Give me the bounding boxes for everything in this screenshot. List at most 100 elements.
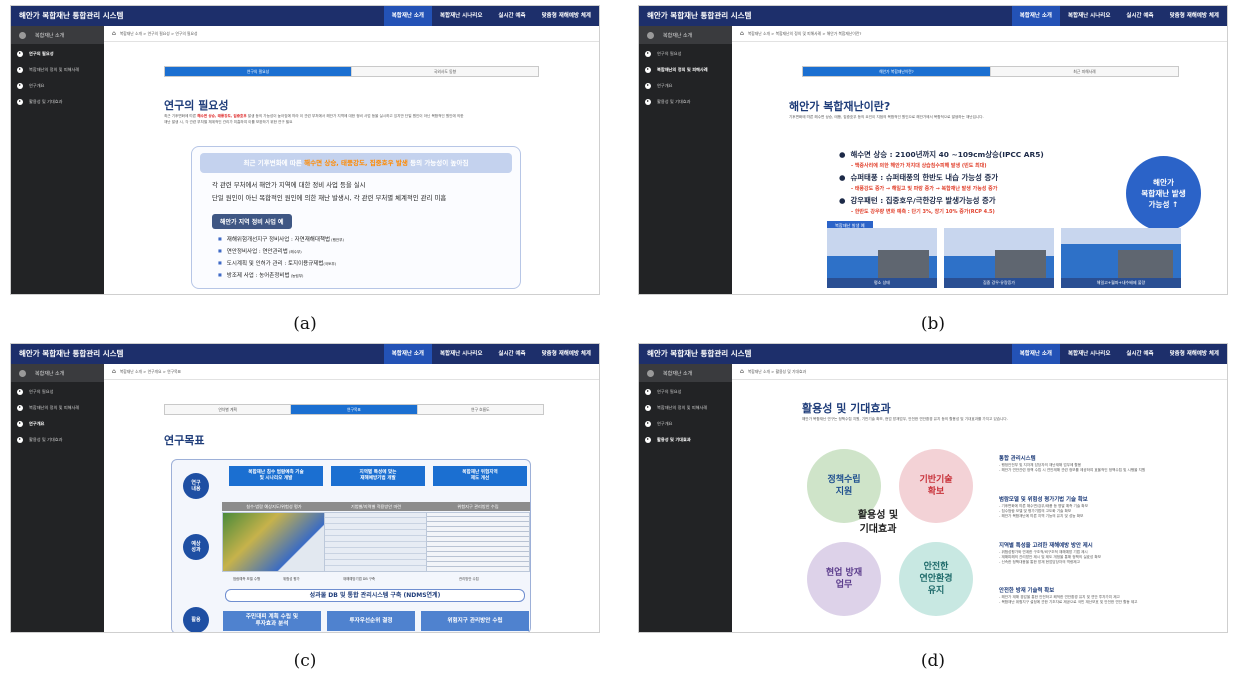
nav-intro[interactable]: 복합재난 소개 [383,6,432,26]
nav-scenario[interactable]: 복합재난 시나리오 [1060,344,1118,364]
list-item: 도시계획 및 인허가 관리 : 토지이용규제법(국토부) [218,259,520,267]
sidebar-item-necessity[interactable]: 연구의 필요성 [11,385,104,398]
nav-prevention[interactable]: 맞춤형 재해예방 체계 [1162,6,1227,26]
tab-goals[interactable]: 연구목표 [291,405,418,414]
image-label: 관리방안 수립 [459,577,479,581]
arrow-circle-icon [645,436,651,443]
row-label-use: 활용 [183,607,209,632]
bullet-detail: - 백중사리에 의한 해안가 저지대 상습침수피해 발생 (빈도 최대) [851,163,987,169]
page-title: 연구목표 [164,434,205,447]
sidebar-item-overview[interactable]: 연구개요 [639,79,732,92]
content-head-2: 지역별 특성에 맞는 재해예방기법 개발 [331,466,425,486]
nav-scenario[interactable]: 복합재난 시나리오 [1060,6,1118,26]
sidebar-item-effects[interactable]: 활용성 및 기대효과 [11,433,104,446]
sidebar-header[interactable]: 복합재난 소개 [639,364,732,382]
screenshot-d: 해안가 복합재난 통합관리 시스템 복합재난 소개 복합재난 시나리오 실시간 … [638,343,1228,633]
tab-yearly-plan[interactable]: 연차별 계획 [165,405,292,414]
sidebar-header[interactable]: 복합재난 소개 [11,26,104,44]
screenshot-a: 해안가 복합재난 통합관리 시스템 복합재난 소개 복합재난 시나리오 실시간 … [10,5,600,295]
tab-trends[interactable]: 국외사도 동향 [352,67,538,76]
home-icon[interactable]: ⌂ [740,368,744,375]
intro-text: 해안가 복합재난 연구는 정책수립 지원, 기반기술 확보, 현업 방재업무, … [802,417,1008,421]
nav-prevention[interactable]: 맞춤형 재해예방 체계 [1162,344,1227,364]
outcome-title-3: 위험지구 관리방안 수립 [426,502,530,511]
sidebar-header[interactable]: 복합재난 소개 [11,364,104,382]
nav-forecast[interactable]: 실시간 예측 [490,6,533,26]
nav-prevention[interactable]: 맞춤형 재해예방 체계 [534,6,599,26]
sidebar-item-effects[interactable]: 활용성 및 기대효과 [639,433,732,446]
nav-intro[interactable]: 복합재난 소개 [383,344,432,364]
arrow-circle-icon [17,98,23,105]
use-step-3: 위험지구 관리방안 수립 [421,611,529,631]
tab-definition[interactable]: 해안가 복합재난이란? [803,67,991,76]
section-body: - 행정안전부 및 지자체 담당자의 재난재해 업무에 활용 - 해안가 연안관… [999,463,1146,472]
list-item: 재해위험개선지구 정비사업 : 자연재해대책법 (행안부) [218,235,520,243]
sidebar-item-effects[interactable]: 활용성 및 기대효과 [639,95,732,108]
section-body: - 해안가 재해 경감을 통한 안전하고 쾌적한 연안환경 유지 및 연안 투자… [999,595,1138,604]
content-head-1: 복합재난 침수 범람예측 기술 및 시나리오 개발 [229,466,323,486]
nav-forecast[interactable]: 실시간 예측 [490,344,533,364]
sidebar-item-effects[interactable]: 활용성 및 기대효과 [11,95,104,108]
sidebar-item-label: 연구의 필요성 [29,388,54,394]
top-bar: 해안가 복합재난 통합관리 시스템 복합재난 소개 복합재난 시나리오 실시간 … [639,6,1227,26]
arrow-circle-icon [17,82,23,89]
home-icon[interactable]: ⌂ [112,30,116,37]
sidebar-item-label: 복합재난의 정의 및 피해사례 [657,404,708,410]
section-title: 범람모델 및 위험성 평가기법 기술 확보 [999,497,1088,503]
top-nav: 복합재난 소개 복합재난 시나리오 실시간 예측 맞춤형 재해예방 체계 [383,344,599,364]
breadcrumb: ⌂ 복합재난 소개 > 연구의 필요성 > 연구의 필요성 [104,26,599,42]
tab-bar: 해안가 복합재난이란? 최근 피해사례 [802,66,1179,77]
nav-scenario[interactable]: 복합재난 시나리오 [432,6,490,26]
bullet-title: 강우패턴 : 집중호우/극한강우 발생가능성 증가 [839,195,995,206]
nav-prevention[interactable]: 맞춤형 재해예방 체계 [534,344,599,364]
sidebar-item-label: 복합재난의 정의 및 피해사례 [657,66,708,72]
sidebar-item-overview[interactable]: 연구개요 [639,417,732,430]
scene-rain: 집중 강우·유량증가 [944,228,1054,288]
nav-intro[interactable]: 복합재난 소개 [1011,6,1060,26]
arrow-circle-icon [645,98,651,105]
home-icon[interactable]: ⌂ [740,30,744,37]
nav-forecast[interactable]: 실시간 예측 [1118,6,1161,26]
management-doc-image [426,512,530,572]
sidebar-item-label: 활용성 및 기대효과 [657,436,691,442]
sidebar-item-definition[interactable]: 복합재난의 정의 및 피해사례 [639,63,732,76]
scene-compound: 해일고+월파+내수배제 불량 [1061,228,1181,288]
sidebar-item-definition[interactable]: 복합재난의 정의 및 피해사례 [11,63,104,76]
sidebar-item-necessity[interactable]: 연구의 필요성 [639,47,732,60]
tab-bar: 연구의 필요성 국외사도 동향 [164,66,539,77]
menu-icon [647,31,654,39]
scene-label: 집중 강우·유량증가 [944,278,1054,288]
nav-scenario[interactable]: 복합재난 시나리오 [432,344,490,364]
arrow-circle-icon [645,388,651,395]
tab-necessity[interactable]: 연구의 필요성 [165,67,352,76]
sidebar-item-necessity[interactable]: 연구의 필요성 [639,385,732,398]
page-title: 해안가 복합재난이란? [789,100,891,113]
breadcrumb: ⌂ 복합재난 소개 > 복합재난의 정의 및 피해사례 > 해안가 복합재난이란? [732,26,1227,42]
page-title: 연구의 필요성 [164,99,229,112]
bullet-detail: - 한반도 강우량 변화 예측 : 단기 3%, 장기 10% 증가(RCP 4… [851,209,995,215]
sidebar-item-label: 연구의 필요성 [29,50,54,56]
arrow-circle-icon [645,50,651,57]
nav-forecast[interactable]: 실시간 예측 [1118,344,1161,364]
sidebar-item-definition[interactable]: 복합재난의 정의 및 피해사례 [11,401,104,414]
top-nav: 복합재난 소개 복합재난 시나리오 실시간 예측 맞춤형 재해예방 체계 [1011,6,1227,26]
row-label-content: 연구 내용 [183,473,209,499]
nav-intro[interactable]: 복합재난 소개 [1011,344,1060,364]
method-db-image [324,512,428,572]
sidebar: 복합재난 소개 연구의 필요성 복합재난의 정의 및 피해사례 연구개요 활용성… [639,364,732,632]
sidebar-item-definition[interactable]: 복합재난의 정의 및 피해사례 [639,401,732,414]
arrow-circle-icon [17,404,23,411]
circle-operations: 현업 방재 업무 [807,542,881,616]
menu-icon [19,31,26,39]
example-label: 해안가 지역 정비 사업 예 [212,214,292,229]
sidebar-header[interactable]: 복합재난 소개 [639,26,732,44]
home-icon[interactable]: ⌂ [112,368,116,375]
tab-flow[interactable]: 연구 흐름도 [417,405,543,414]
sidebar-item-overview[interactable]: 연구개요 [11,417,104,430]
sidebar-item-necessity[interactable]: 연구의 필요성 [11,47,104,60]
outcome-title-2: 기법별/지역별 적용방안 마련 [324,502,428,511]
top-nav: 복합재난 소개 복합재난 시나리오 실시간 예측 맞춤형 재해예방 체계 [1011,344,1227,364]
sidebar-item-label: 복합재난의 정의 및 피해사례 [29,66,80,72]
sidebar-item-overview[interactable]: 연구개요 [11,79,104,92]
tab-cases[interactable]: 최근 피해사례 [991,67,1178,76]
